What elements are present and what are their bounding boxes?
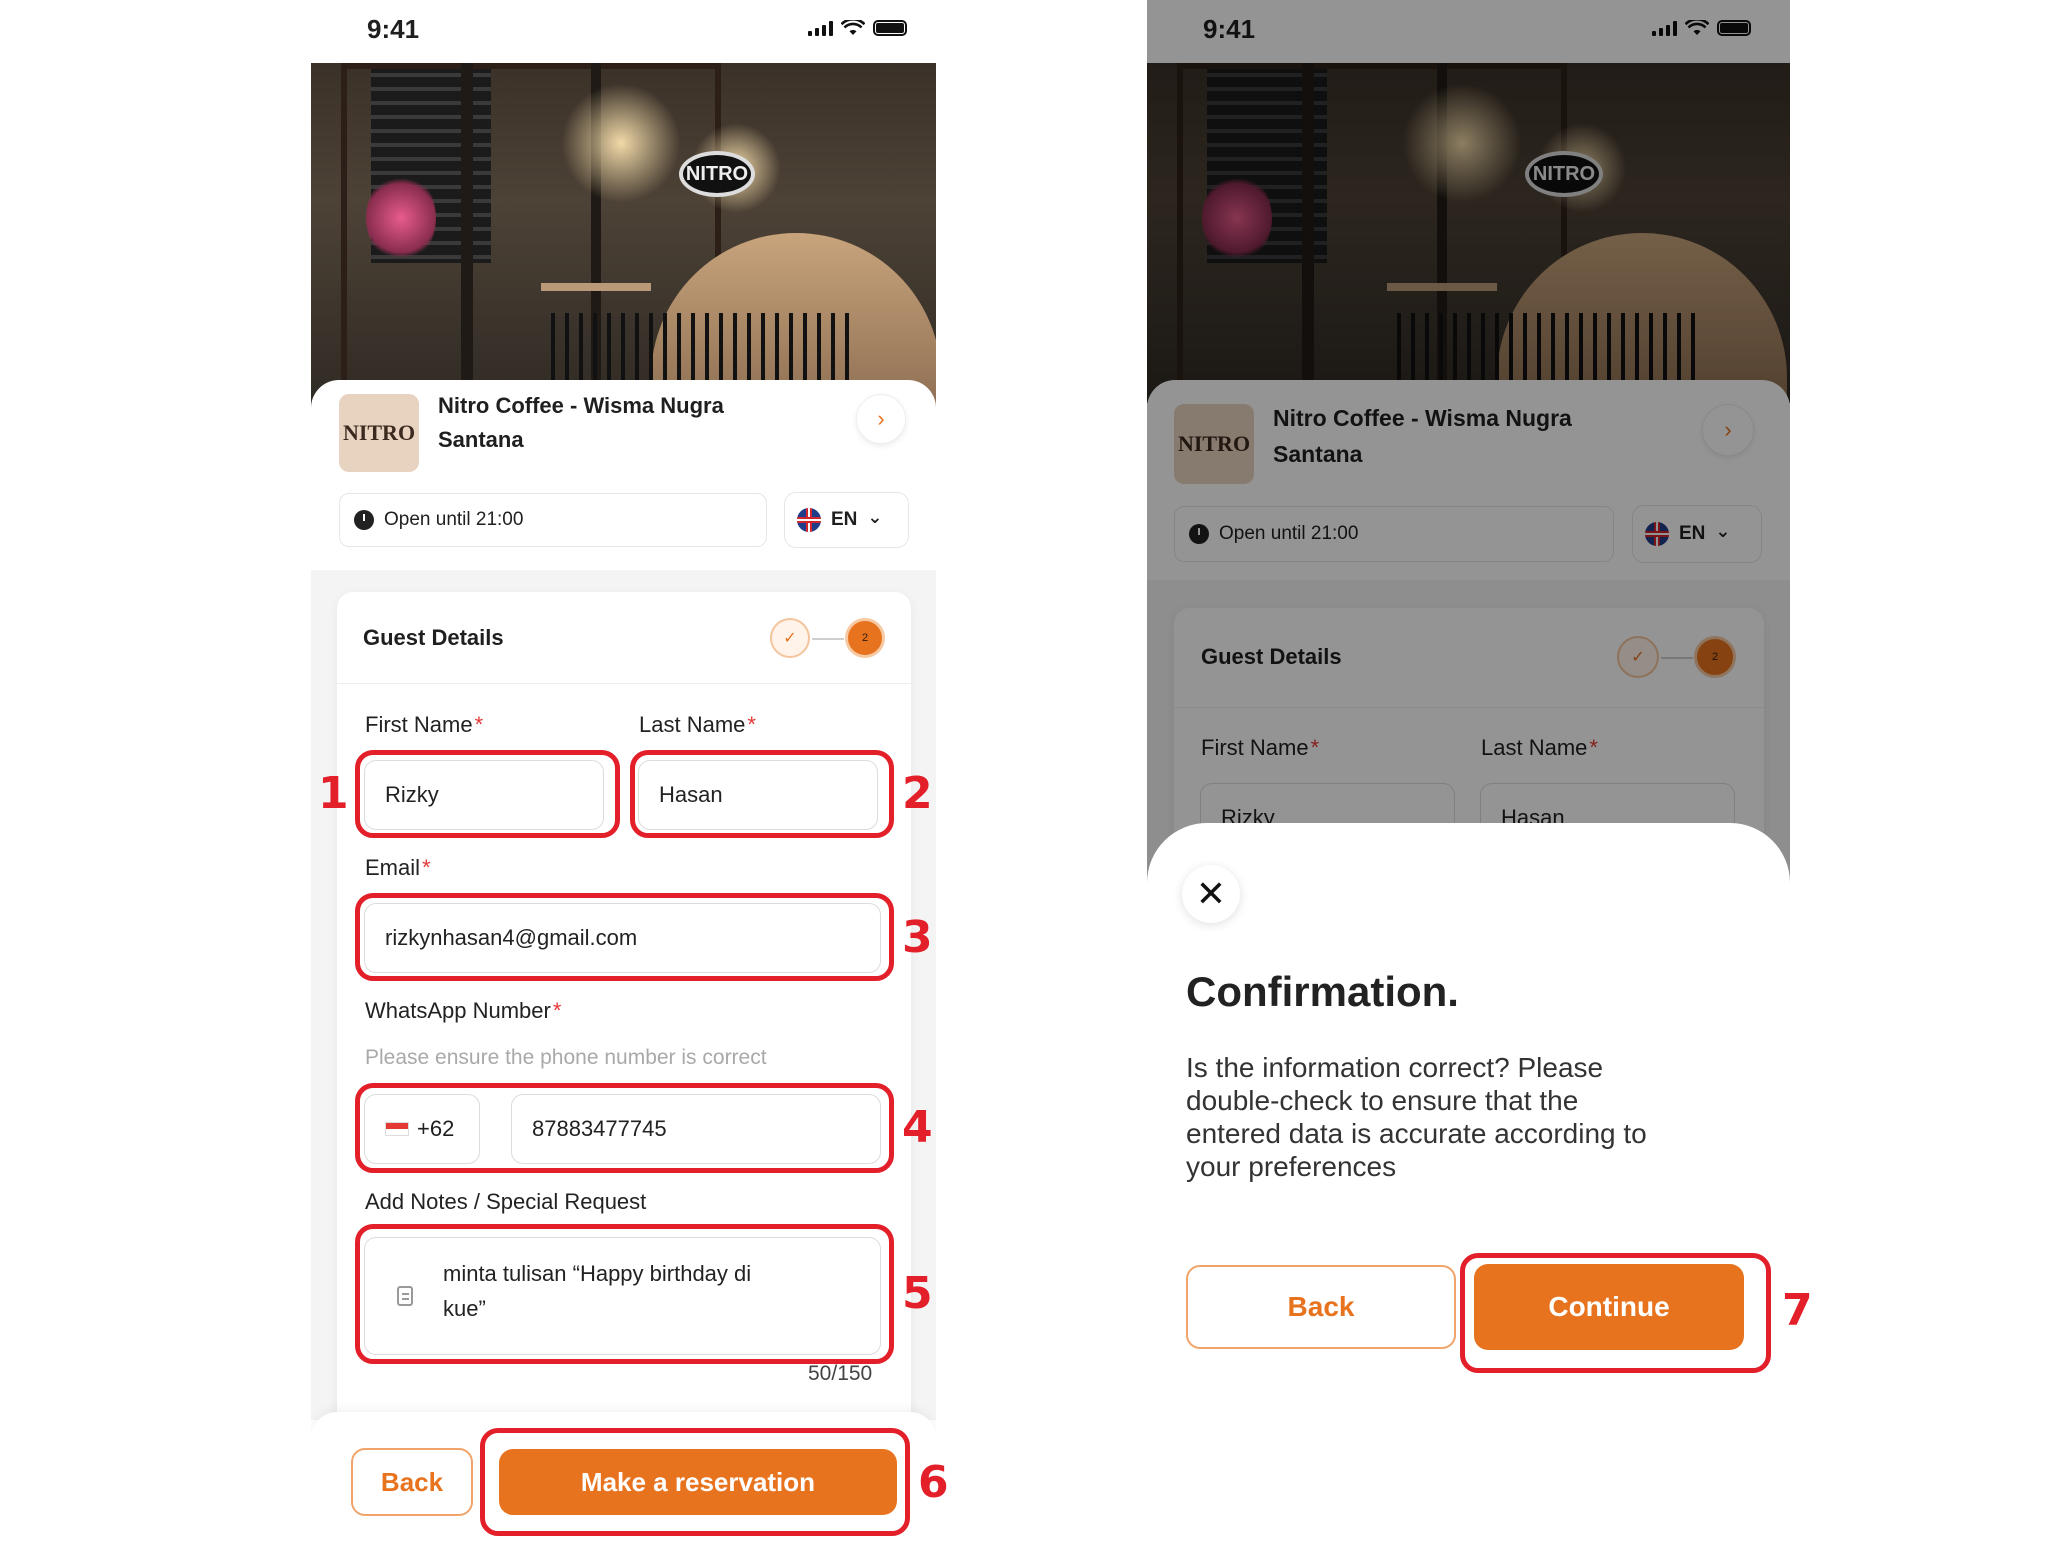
whatsapp-hint: Please ensure the phone number is correc…	[365, 1046, 767, 1069]
uk-flag-icon	[797, 508, 821, 532]
notes-char-counter: 50/150	[808, 1362, 873, 1385]
form-title: Guest Details	[363, 625, 504, 650]
last-name-label: Last Name*	[639, 712, 756, 737]
notes-label: Add Notes / Special Request	[365, 1189, 647, 1214]
highlight-continue-button	[1460, 1253, 1771, 1373]
language-code: EN	[831, 509, 858, 530]
back-button[interactable]: Back	[1186, 1265, 1456, 1349]
opening-hours: Open until 21:00	[339, 493, 767, 547]
status-bar: 9:41	[311, 0, 936, 63]
step-connector	[812, 638, 844, 640]
annotation-3: 3	[902, 912, 933, 963]
email-label: Email*	[365, 855, 431, 880]
dialog-message: Is the information correct? Please doubl…	[1186, 1052, 1647, 1182]
status-time: 9:41	[367, 14, 420, 44]
store-logo: NITRO	[339, 394, 419, 472]
step-1-complete-icon: ✓	[770, 618, 810, 658]
close-icon[interactable]: ✕	[1182, 865, 1240, 923]
highlight-whatsapp	[355, 1083, 894, 1173]
chevron-right-icon: ›	[877, 406, 885, 431]
language-selector[interactable]: EN ⌄	[784, 492, 909, 548]
annotation-4: 4	[902, 1102, 933, 1153]
back-button[interactable]: Back	[351, 1448, 473, 1516]
annotation-6: 6	[918, 1457, 949, 1508]
confirmation-screen: 9:41 NITRO NITRO Nitro Coffee - Wisma Nu…	[1147, 0, 1790, 1400]
annotation-2: 2	[902, 768, 933, 819]
first-name-label: First Name*	[365, 712, 484, 737]
annotation-7: 7	[1782, 1285, 1813, 1336]
highlight-last-name	[630, 750, 894, 838]
signal-icon	[808, 20, 833, 36]
annotation-1: 1	[318, 768, 349, 819]
store-photo: NITRO	[311, 63, 936, 408]
opening-hours-text: Open until 21:00	[384, 509, 524, 530]
wifi-icon	[841, 20, 865, 35]
store-header: NITRO Nitro Coffee - Wisma Nugra Santana…	[311, 380, 936, 570]
highlight-first-name	[355, 750, 620, 838]
dialog-title: Confirmation.	[1186, 968, 1459, 1015]
step-2-current: 2	[845, 618, 885, 658]
battery-icon	[873, 20, 907, 36]
highlight-email	[355, 893, 894, 981]
guest-details-header: Guest Details ✓ 2	[337, 592, 911, 684]
clock-icon	[354, 510, 374, 530]
whatsapp-label: WhatsApp Number*	[365, 998, 562, 1023]
highlight-reserve-button	[480, 1428, 910, 1536]
annotation-5: 5	[902, 1268, 933, 1319]
chevron-down-icon: ⌄	[867, 506, 883, 527]
status-icons	[808, 20, 907, 36]
store-details-button[interactable]: ›	[856, 394, 906, 444]
store-name: Nitro Coffee - Wisma Nugra Santana	[438, 393, 724, 452]
highlight-notes	[355, 1224, 894, 1364]
